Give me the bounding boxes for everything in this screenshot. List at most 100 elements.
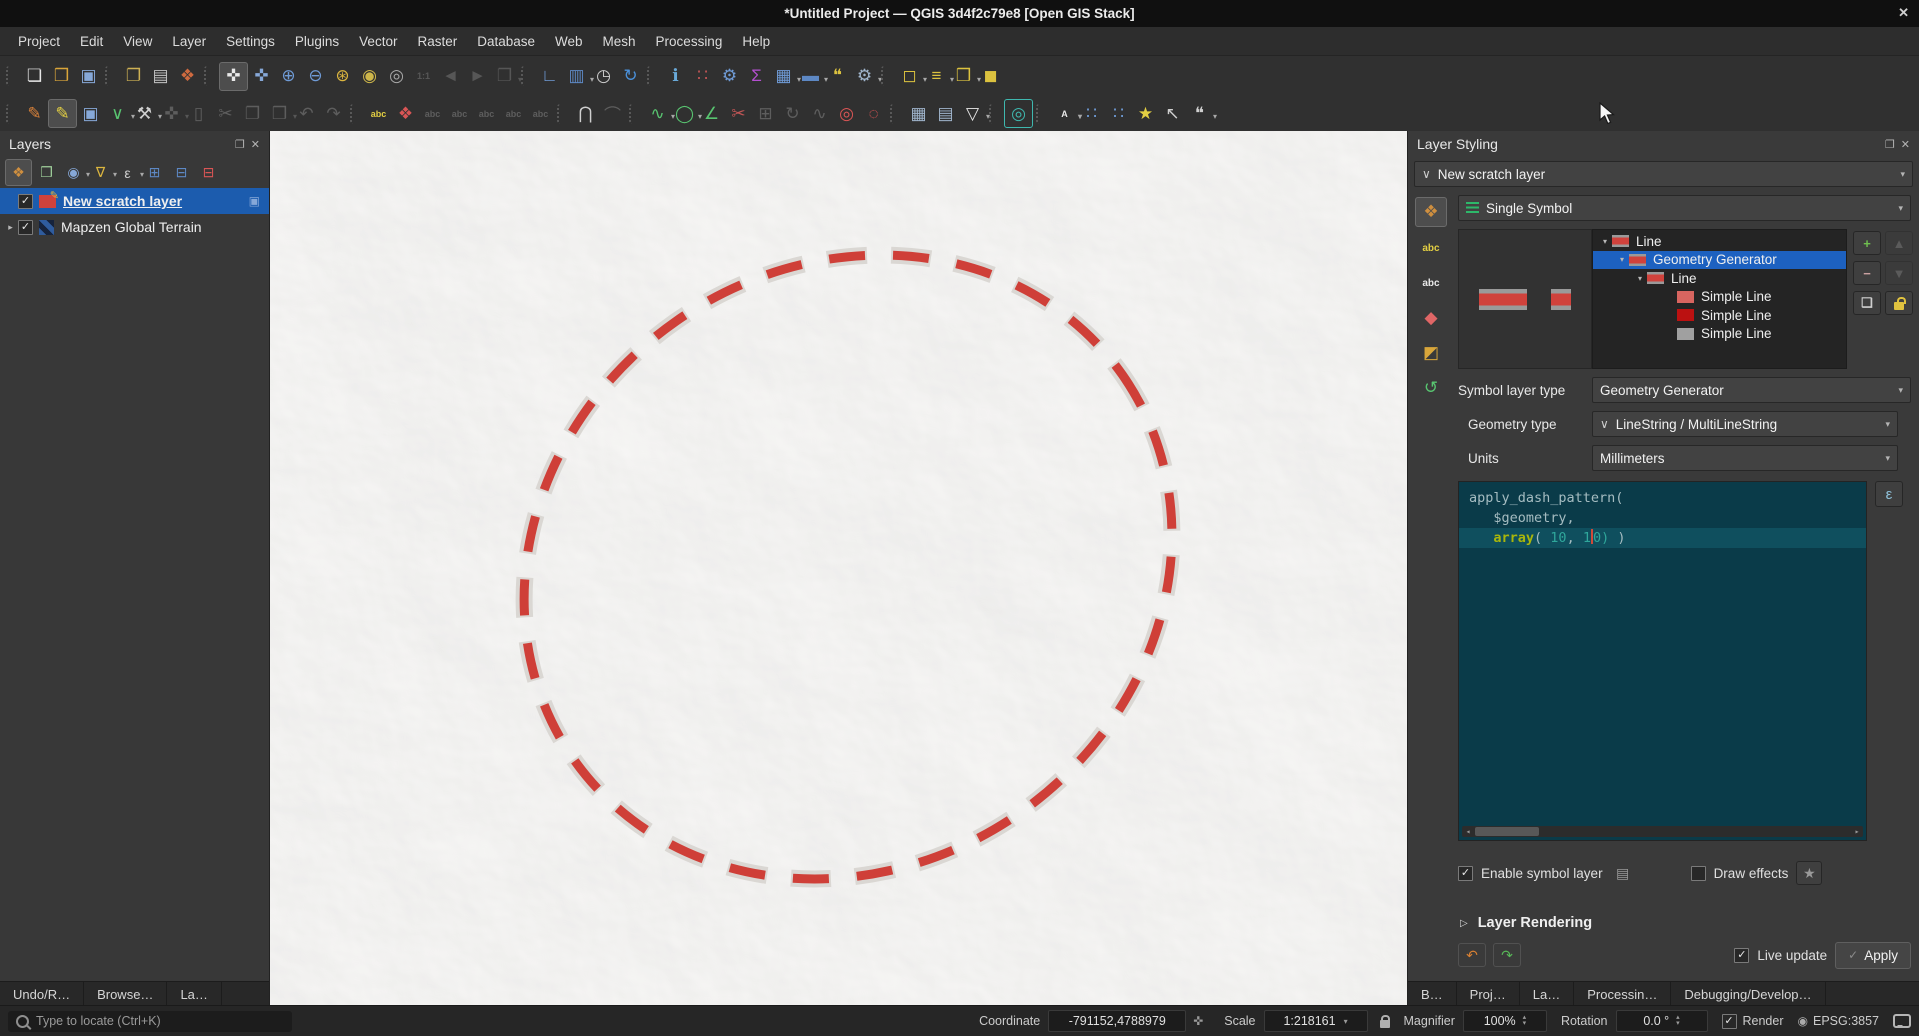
- layer-item-mapzen-global-terrain[interactable]: ▸ ✓ Mapzen Global Terrain: [0, 214, 269, 240]
- reshape-features-button[interactable]: ∠: [698, 100, 725, 127]
- history-tab[interactable]: ↺: [1416, 374, 1446, 402]
- manage-map-themes-button[interactable]: ◉: [61, 160, 86, 185]
- new-map-view-button[interactable]: ❐: [491, 63, 518, 90]
- dock-tab[interactable]: La…: [167, 982, 221, 1006]
- dock-tab[interactable]: Debugging/Develop…: [1671, 982, 1825, 1006]
- menu-item[interactable]: Raster: [407, 34, 467, 49]
- close-window-icon[interactable]: ✕: [1898, 5, 1909, 21]
- symbol-node-sub-line[interactable]: ▾ Line: [1593, 269, 1846, 288]
- layout-rows-button[interactable]: ▤: [932, 100, 959, 127]
- move-symbol-up-button[interactable]: ▲: [1885, 231, 1913, 255]
- zoom-out-button[interactable]: ⊖: [302, 63, 329, 90]
- collapse-all-button[interactable]: ⊟: [169, 160, 194, 185]
- menu-item[interactable]: Settings: [216, 34, 285, 49]
- units-select[interactable]: Millimeters ▾: [1592, 445, 1898, 471]
- delete-ring-button[interactable]: ◌: [860, 100, 887, 127]
- symbol-node-simple-line-3[interactable]: Simple Line: [1593, 325, 1846, 344]
- text-annotation-button[interactable]: A: [1051, 100, 1078, 127]
- expand-all-button[interactable]: ⊞: [142, 160, 167, 185]
- apply-button[interactable]: ✓ Apply: [1835, 942, 1911, 969]
- styling-layer-select[interactable]: ∨ New scratch layer ▾: [1414, 161, 1913, 187]
- undo-style-button[interactable]: ↶: [1458, 943, 1486, 967]
- locate-search-input[interactable]: Type to locate (Ctrl+K): [8, 1011, 292, 1032]
- zoom-last-button[interactable]: ◄: [437, 63, 464, 90]
- dock-tab[interactable]: B…: [1408, 982, 1457, 1006]
- pan-to-selection-button[interactable]: ✜: [248, 63, 275, 90]
- zoom-next-button[interactable]: ►: [464, 63, 491, 90]
- tree-expander-icon[interactable]: ▾: [1598, 237, 1612, 246]
- menu-item[interactable]: Plugins: [285, 34, 349, 49]
- close-panel-icon[interactable]: ✕: [251, 138, 260, 151]
- enable-tracing-button[interactable]: ⌒: [599, 100, 626, 127]
- render-checkbox[interactable]: ✓: [1722, 1014, 1737, 1029]
- layer-visibility-checkbox[interactable]: ✓: [18, 194, 33, 209]
- processing-toolbox-button[interactable]: ⚙: [716, 63, 743, 90]
- new-model-button[interactable]: ∷: [1078, 100, 1105, 127]
- move-feature-button[interactable]: ✜: [158, 100, 185, 127]
- menu-item[interactable]: Help: [732, 34, 780, 49]
- style-manager-button[interactable]: ❖: [174, 63, 201, 90]
- filter-by-expression-button[interactable]: ε: [115, 160, 140, 185]
- toggle-editing-button[interactable]: ✎: [48, 99, 77, 128]
- view-3d-tab[interactable]: ◆: [1416, 304, 1446, 332]
- dock-tab[interactable]: Proj…: [1457, 982, 1520, 1006]
- measure-button[interactable]: ▬: [797, 63, 824, 90]
- highlight-labels-button[interactable]: abc: [446, 100, 473, 127]
- html-annotation-button[interactable]: ❝: [1186, 100, 1213, 127]
- elevation-profile-button[interactable]: ∟: [536, 63, 563, 90]
- pan-map-button[interactable]: ✜: [219, 62, 248, 91]
- map-tips-button[interactable]: ❝: [824, 63, 851, 90]
- dock-tab[interactable]: Processin…: [1574, 982, 1671, 1006]
- rotate-label-button[interactable]: abc: [500, 100, 527, 127]
- move-label-button[interactable]: abc: [473, 100, 500, 127]
- select-features-button[interactable]: ◻: [896, 63, 923, 90]
- add-symbol-layer-button[interactable]: +: [1853, 231, 1881, 255]
- customize-effects-star-icon[interactable]: ★: [1796, 861, 1822, 885]
- lock-symbol-color-button[interactable]: [1885, 291, 1913, 315]
- rotate-feature-button[interactable]: ↻: [779, 100, 806, 127]
- temporal-controller-button[interactable]: ◷: [590, 63, 617, 90]
- copy-features-button[interactable]: ❐: [239, 100, 266, 127]
- bookmarks-button[interactable]: ▥: [563, 63, 590, 90]
- tree-expander-icon[interactable]: ▾: [1633, 274, 1647, 283]
- identify-features-button[interactable]: ℹ: [662, 63, 689, 90]
- save-project-button[interactable]: ▣: [75, 63, 102, 90]
- zoom-to-layer-button[interactable]: ◎: [383, 63, 410, 90]
- duplicate-symbol-layer-button[interactable]: ❏: [1853, 291, 1881, 315]
- data-defined-override-icon[interactable]: ▤: [1611, 862, 1635, 884]
- delete-selected-button[interactable]: ▯: [185, 100, 212, 127]
- zoom-to-selection-button[interactable]: ◉: [356, 63, 383, 90]
- delete-part-button[interactable]: ◎: [833, 100, 860, 127]
- menu-item[interactable]: Web: [545, 34, 593, 49]
- menu-item[interactable]: Layer: [162, 34, 216, 49]
- symbology-tab[interactable]: ❖: [1415, 197, 1447, 227]
- masks-tab[interactable]: abc: [1416, 269, 1446, 297]
- zoom-native-button[interactable]: 1:1: [410, 63, 437, 90]
- show-layout-manager-button[interactable]: ▤: [147, 63, 174, 90]
- spin-down-icon[interactable]: ▾: [1676, 1021, 1680, 1027]
- scroll-right-icon[interactable]: ▸: [1851, 827, 1863, 836]
- lock-scale-icon[interactable]: [1380, 1020, 1390, 1028]
- change-label-button[interactable]: abc: [527, 100, 554, 127]
- layer-visibility-checkbox[interactable]: ✓: [18, 220, 33, 235]
- remove-symbol-layer-button[interactable]: −: [1853, 261, 1881, 285]
- spin-down-icon[interactable]: ▾: [1523, 1021, 1527, 1027]
- float-panel-icon[interactable]: ❐: [235, 138, 245, 151]
- symbol-node-line[interactable]: ▾ Line: [1593, 232, 1846, 251]
- layer-labeling-button[interactable]: abc: [365, 100, 392, 127]
- remove-layer-button[interactable]: ⊟: [196, 160, 221, 185]
- show-statistics-button[interactable]: Σ: [743, 63, 770, 90]
- add-group-button[interactable]: ❒: [34, 160, 59, 185]
- merge-features-button[interactable]: ⊞: [752, 100, 779, 127]
- open-layer-styling-button[interactable]: ❖: [5, 159, 32, 186]
- messages-icon[interactable]: [1893, 1014, 1911, 1028]
- redo-button[interactable]: ↷: [320, 100, 347, 127]
- new-print-layout-button[interactable]: ❐: [120, 63, 147, 90]
- vertex-tool-button[interactable]: ⚒: [131, 100, 158, 127]
- refresh-map-button[interactable]: ↻: [617, 63, 644, 90]
- new-project-button[interactable]: ❏: [21, 63, 48, 90]
- menu-item[interactable]: Project: [8, 34, 70, 49]
- cut-features-button[interactable]: ✂: [212, 100, 239, 127]
- magnifier-spinner[interactable]: 100% ▴▾: [1463, 1010, 1547, 1032]
- select-by-location-button[interactable]: ▽: [959, 100, 986, 127]
